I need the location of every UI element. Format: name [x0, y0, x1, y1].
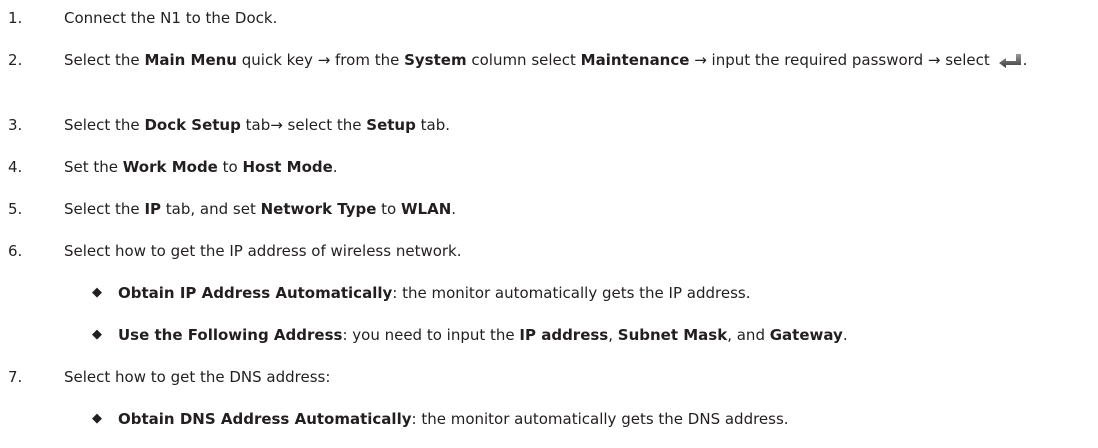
step-text-segment: Select how to get the IP address of wire…	[64, 242, 462, 260]
ui-term-work-mode: Work Mode	[122, 158, 218, 176]
step-text-segment: .	[332, 158, 338, 176]
step-text-segment: .	[1022, 51, 1028, 69]
step-number: 3.	[8, 116, 23, 134]
subitem-text-segment: ,	[608, 326, 618, 344]
ui-term-system: System	[404, 51, 467, 69]
subitem-text-segment: : the monitor automatically gets the DNS…	[411, 410, 789, 428]
step-text-segment: to	[376, 200, 402, 218]
step-text-segment: tab→ select the	[240, 116, 367, 134]
step-text-segment: Select the	[64, 51, 145, 69]
ui-term-obtain-ip-auto: Obtain IP Address Automatically	[118, 284, 393, 302]
step-text-segment: Set the	[64, 158, 123, 176]
step-text-segment: → input the required password → select	[689, 51, 995, 69]
step-text: Select the Dock Setup tab→ select the Se…	[64, 114, 1094, 136]
enter-icon	[998, 53, 1021, 68]
ui-term-obtain-dns-auto: Obtain DNS Address Automatically	[118, 410, 412, 428]
ui-term-maintenance: Maintenance	[580, 51, 690, 69]
step-text-segment: Select how to get the DNS address:	[64, 368, 331, 386]
step-number: 7.	[8, 368, 23, 386]
step-text-segment: .	[451, 200, 457, 218]
step-text-segment: Connect the N1 to the Dock.	[64, 9, 278, 27]
subitem-text-segment: .	[842, 326, 848, 344]
step-text-segment: to	[217, 158, 243, 176]
ui-term-host-mode: Host Mode	[242, 158, 333, 176]
subitem-text-segment: , and	[727, 326, 770, 344]
ui-term-setup: Setup	[366, 116, 416, 134]
document-page: 1. Connect the N1 to the Dock. 2. Select…	[0, 0, 1098, 448]
subitem-text: Obtain DNS Address Automatically: the mo…	[118, 408, 1093, 430]
step-number: 5.	[8, 200, 23, 218]
step-text-segment: tab.	[415, 116, 450, 134]
ui-term-main-menu: Main Menu	[144, 51, 237, 69]
ui-term-subnet-mask: Subnet Mask	[617, 326, 728, 344]
ui-term-use-following-address: Use the Following Address	[118, 326, 343, 344]
step-number: 4.	[8, 158, 23, 176]
step-text-segment: Select the	[64, 200, 145, 218]
step-text-segment: tab, and set	[161, 200, 261, 218]
step-text-segment: Select the	[64, 116, 145, 134]
ui-term-gateway: Gateway	[769, 326, 843, 344]
step-text-segment: column select	[466, 51, 581, 69]
ui-term-wlan: WLAN	[401, 200, 452, 218]
ui-term-ip-address: IP address	[519, 326, 609, 344]
ui-term-ip: IP	[144, 200, 162, 218]
diamond-bullet-icon: ◆	[92, 327, 102, 342]
step-text: Select how to get the IP address of wire…	[64, 240, 1094, 262]
ui-term-network-type: Network Type	[260, 200, 377, 218]
step-number: 6.	[8, 242, 23, 260]
subitem-text-segment: : the monitor automatically gets the IP …	[392, 284, 751, 302]
diamond-bullet-icon: ◆	[92, 285, 102, 300]
subitem-text: Use the Following Address: you need to i…	[118, 324, 1093, 346]
ui-term-dock-setup: Dock Setup	[144, 116, 241, 134]
diamond-bullet-icon: ◆	[92, 411, 102, 426]
subitem-text: Obtain IP Address Automatically: the mon…	[118, 282, 1093, 304]
step-text: Select the IP tab, and set Network Type …	[64, 198, 1094, 220]
subitem-text-segment: : you need to input the	[342, 326, 520, 344]
step-number: 1.	[8, 9, 23, 27]
step-text-segment: quick key → from the	[237, 51, 405, 69]
step-text: Connect the N1 to the Dock.	[64, 7, 1094, 29]
step-text: Select the Main Menu quick key → from th…	[64, 49, 1094, 71]
step-number: 2.	[8, 51, 23, 69]
step-text: Set the Work Mode to Host Mode.	[64, 156, 1094, 178]
step-text: Select how to get the DNS address:	[64, 366, 1094, 388]
